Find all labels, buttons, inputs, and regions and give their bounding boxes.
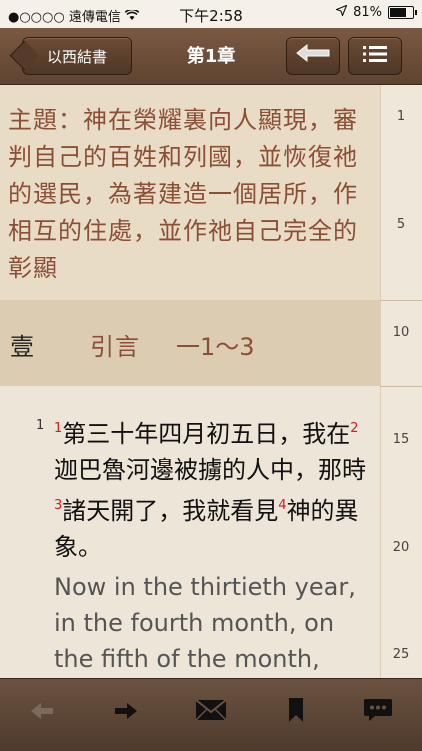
footnote-marker[interactable]: 4	[278, 498, 286, 513]
verse-segment: 第三十年四月初五日，我在	[62, 420, 351, 448]
location-arrow-icon	[334, 4, 348, 20]
nav-bar: 以西結書 第1章	[0, 28, 422, 85]
status-bar: ●○○○○ 遠傳電信 下午2:58 81%	[0, 0, 422, 28]
speech-bubble-icon	[363, 698, 393, 728]
history-back-button[interactable]	[286, 37, 340, 75]
comment-button[interactable]	[358, 693, 398, 733]
bottom-toolbar	[0, 678, 422, 751]
mail-button[interactable]	[191, 693, 231, 733]
line-number: 10	[392, 325, 410, 340]
verse-number: 1	[36, 418, 45, 433]
line-number: 25	[392, 647, 410, 662]
battery-group: 81%	[334, 4, 417, 20]
bookmark-button[interactable]	[276, 693, 316, 733]
verse-segment: 諸天開了，我就看見	[62, 497, 279, 525]
back-button-label: 以西結書	[46, 47, 107, 66]
chapter-summary: 主題：神在榮耀裏向人顯現，審判自己的百姓和列國，並恢復祂的選民，為著建造一個居所…	[8, 106, 358, 282]
bookmark-icon	[288, 698, 304, 728]
verse-segment: 迦巴魯河邊被擄的人中，那時	[54, 456, 366, 484]
battery-icon	[388, 6, 417, 19]
chapter-title: 第1章	[186, 46, 236, 67]
line-number: 1	[396, 109, 406, 124]
line-number: 20	[392, 540, 410, 555]
battery-percent: 81%	[353, 5, 382, 20]
list-icon	[363, 44, 387, 68]
back-button[interactable]: 以西結書	[22, 37, 132, 75]
outline-number: 壹	[10, 333, 34, 361]
footnote-marker[interactable]: 2	[350, 421, 358, 436]
line-number-gutter	[380, 85, 422, 678]
battery-fill	[390, 8, 407, 17]
left-arrow-icon	[30, 699, 54, 727]
back-arrow-icon	[295, 43, 331, 69]
chapter-content[interactable]: 主題：神在榮耀裏向人顯現，審判自己的百姓和列國，並恢復祂的選民，為著建造一個居所…	[0, 85, 422, 678]
list-button[interactable]	[348, 37, 402, 75]
line-number: 5	[396, 217, 406, 232]
right-arrow-icon	[114, 699, 138, 727]
envelope-icon	[195, 699, 227, 727]
outline-range: 一1～3	[176, 333, 255, 361]
verse-english: Now in the thirtieth year, in the fourth…	[54, 573, 356, 673]
outline-title: 引言	[90, 333, 140, 361]
prev-button[interactable]	[22, 693, 62, 733]
verse-text: 1第三十年四月初五日，我在2迦巴魯河邊被擄的人中，那時3諸天開了，我就看見4神的…	[54, 411, 374, 565]
next-button[interactable]	[106, 693, 146, 733]
line-number: 15	[392, 432, 410, 447]
